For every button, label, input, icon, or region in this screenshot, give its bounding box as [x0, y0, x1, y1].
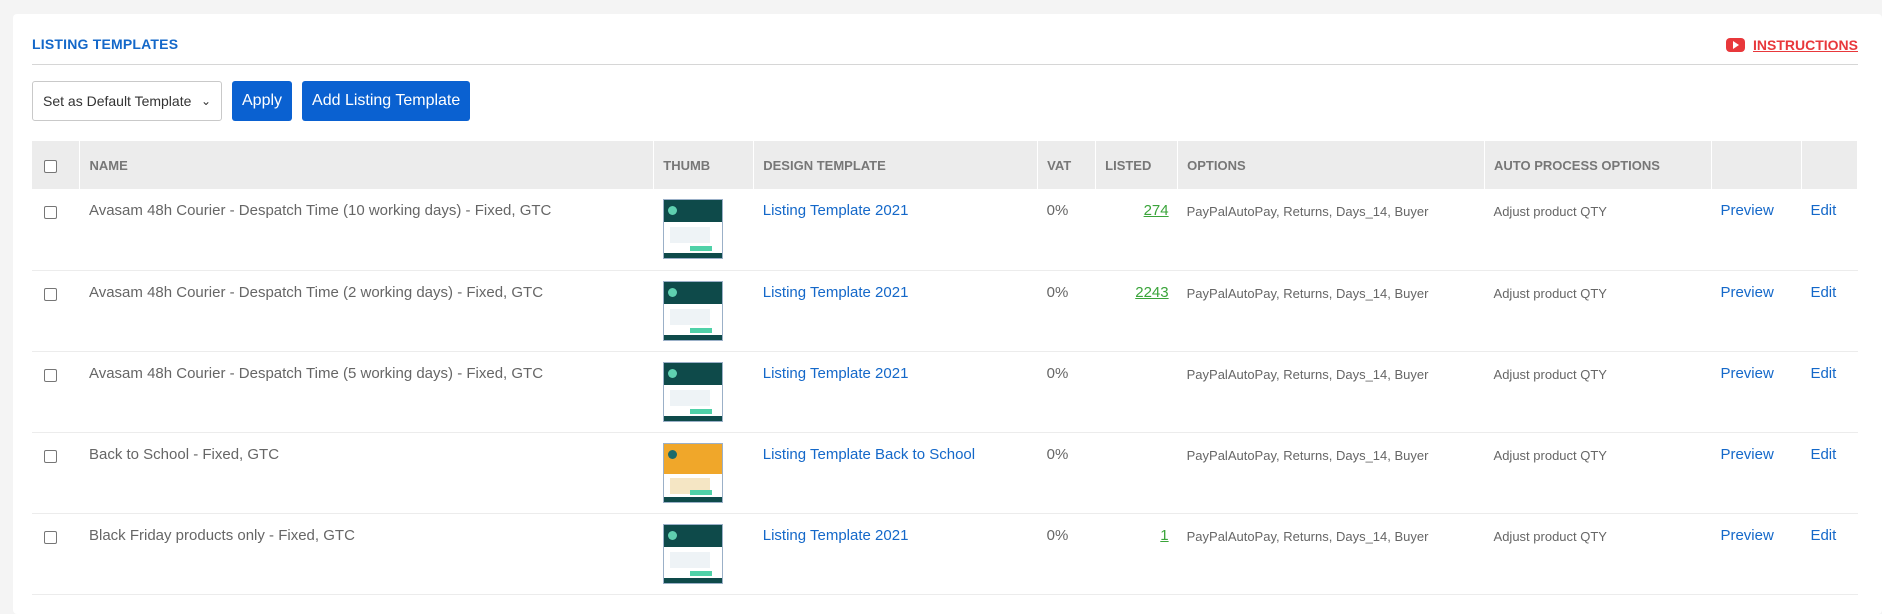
design-template-link[interactable]: Listing Template 2021: [763, 527, 909, 544]
row-checkbox[interactable]: [44, 206, 57, 219]
apply-button[interactable]: Apply: [232, 81, 293, 121]
preview-link[interactable]: Preview: [1720, 446, 1773, 463]
listed-count-link[interactable]: 274: [1144, 202, 1169, 219]
design-template-link[interactable]: Listing Template 2021: [763, 365, 909, 382]
options-value: PayPalAutoPay, Returns, Days_14, Buyer: [1177, 513, 1485, 595]
table-row: Avasam 48h Courier - Despatch Time (10 w…: [32, 189, 1858, 271]
template-thumbnail[interactable]: [662, 523, 723, 584]
edit-link[interactable]: Edit: [1810, 365, 1836, 382]
table-header-row: NAME THUMB DESIGN TEMPLATE VAT LISTED OP…: [32, 141, 1859, 189]
table-row: Back to School - Fixed, GTC Listing Temp…: [32, 432, 1858, 514]
vat-value: 0%: [1037, 513, 1096, 595]
column-header-name: NAME: [79, 141, 655, 189]
panel-header: LISTING TEMPLATES INSTRUCTIONS: [32, 14, 1858, 65]
table-row: Avasam 48h Courier - Despatch Time (5 wo…: [32, 351, 1858, 433]
column-header-options: OPTIONS: [1177, 141, 1486, 189]
template-thumbnail[interactable]: [662, 280, 723, 341]
edit-link[interactable]: Edit: [1810, 446, 1836, 463]
edit-link[interactable]: Edit: [1810, 284, 1836, 301]
row-checkbox[interactable]: [44, 287, 57, 301]
add-listing-template-button[interactable]: Add Listing Template: [302, 81, 471, 121]
row-checkbox[interactable]: [44, 530, 57, 544]
vat-value: 0%: [1037, 270, 1096, 352]
edit-link[interactable]: Edit: [1810, 202, 1836, 219]
chevron-down-icon: ⌄: [200, 94, 211, 108]
listed-count-link[interactable]: 2243: [1135, 284, 1168, 301]
templates-table: NAME THUMB DESIGN TEMPLATE VAT LISTED OP…: [32, 141, 1859, 595]
bulk-action-value: Set as Default Template: [43, 93, 192, 109]
preview-link[interactable]: Preview: [1720, 202, 1773, 219]
template-thumbnail[interactable]: [662, 442, 723, 503]
listed-count-link[interactable]: 1: [1160, 527, 1168, 544]
auto-process-value: Adjust product QTY: [1484, 432, 1712, 514]
template-name: Back to School - Fixed, GTC: [79, 432, 654, 514]
row-checkbox[interactable]: [44, 368, 57, 382]
column-header-edit: [1801, 141, 1859, 189]
listing-templates-panel: LISTING TEMPLATES INSTRUCTIONS Set as De…: [13, 14, 1882, 614]
template-name: Black Friday products only - Fixed, GTC: [79, 513, 654, 595]
vat-value: 0%: [1037, 432, 1096, 514]
column-header-vat: VAT: [1037, 141, 1097, 189]
select-all-cell: [32, 141, 81, 189]
row-checkbox[interactable]: [44, 449, 57, 463]
preview-link[interactable]: Preview: [1720, 365, 1773, 382]
options-value: PayPalAutoPay, Returns, Days_14, Buyer: [1177, 270, 1485, 352]
template-thumbnail[interactable]: [662, 361, 723, 422]
bulk-action-select[interactable]: Set as Default Template ⌄: [32, 81, 222, 121]
auto-process-value: Adjust product QTY: [1484, 270, 1712, 352]
vat-value: 0%: [1037, 351, 1096, 433]
edit-link[interactable]: Edit: [1810, 527, 1836, 544]
template-name: Avasam 48h Courier - Despatch Time (10 w…: [79, 189, 654, 271]
page-title: LISTING TEMPLATES: [32, 36, 179, 52]
template-name: Avasam 48h Courier - Despatch Time (5 wo…: [79, 351, 654, 433]
instructions-label: INSTRUCTIONS: [1753, 37, 1858, 53]
instructions-link[interactable]: INSTRUCTIONS: [1726, 37, 1858, 53]
preview-link[interactable]: Preview: [1720, 284, 1773, 301]
auto-process-value: Adjust product QTY: [1484, 513, 1712, 595]
template-name: Avasam 48h Courier - Despatch Time (2 wo…: [79, 270, 654, 352]
column-header-auto-process: AUTO PROCESS OPTIONS: [1484, 141, 1712, 189]
design-template-link[interactable]: Listing Template Back to School: [763, 446, 975, 463]
column-header-thumb: THUMB: [653, 141, 755, 189]
auto-process-value: Adjust product QTY: [1484, 351, 1712, 433]
template-thumbnail[interactable]: [662, 199, 723, 259]
column-header-listed: LISTED: [1095, 141, 1179, 189]
design-template-link[interactable]: Listing Template 2021: [763, 284, 909, 301]
select-all-checkbox[interactable]: [44, 159, 57, 173]
table-row: Avasam 48h Courier - Despatch Time (2 wo…: [32, 270, 1858, 352]
auto-process-value: Adjust product QTY: [1484, 189, 1712, 271]
preview-link[interactable]: Preview: [1720, 527, 1773, 544]
options-value: PayPalAutoPay, Returns, Days_14, Buyer: [1177, 432, 1485, 514]
vat-value: 0%: [1037, 189, 1096, 271]
design-template-link[interactable]: Listing Template 2021: [763, 202, 909, 219]
column-header-preview: [1711, 141, 1802, 189]
toolbar: Set as Default Template ⌄ Apply Add List…: [32, 81, 471, 121]
table-row: Black Friday products only - Fixed, GTC …: [32, 513, 1858, 595]
column-header-design: DESIGN TEMPLATE: [753, 141, 1039, 189]
options-value: PayPalAutoPay, Returns, Days_14, Buyer: [1177, 189, 1485, 271]
youtube-play-icon: [1726, 38, 1745, 52]
options-value: PayPalAutoPay, Returns, Days_14, Buyer: [1177, 351, 1485, 433]
